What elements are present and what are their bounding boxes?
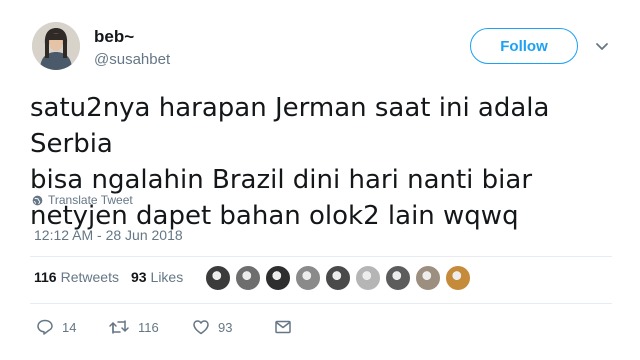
tweet-stats: 116 Retweets 93 Likes [34,269,195,285]
liker-avatar[interactable] [235,265,261,291]
tweet-text: satu2nya harapan Jerman saat ini adala S… [30,90,620,234]
retweets-stat[interactable]: 116 Retweets [34,269,119,285]
reply-icon [37,319,53,335]
retweets-label: Retweets [60,269,119,285]
translate-tweet-link[interactable]: Translate Tweet [32,193,133,207]
display-name[interactable]: beb~ [94,27,134,47]
likes-stat[interactable]: 93 Likes [131,269,183,285]
liker-avatar[interactable] [415,265,441,291]
reply-count: 14 [62,319,77,335]
divider [30,303,612,304]
globe-icon [32,195,43,205]
heart-icon [193,320,209,335]
envelope-icon [275,320,291,334]
follow-button[interactable]: Follow [470,28,578,64]
retweet-count: 116 [138,319,159,335]
likes-count: 93 [130,269,147,285]
avatar[interactable] [32,22,80,70]
like-button[interactable]: 93 [192,318,274,336]
avatar-image [32,22,80,70]
liker-avatar[interactable] [355,265,381,291]
liker-avatar[interactable] [445,265,471,291]
tweet-header: beb~ @susahbet Follow [32,22,622,78]
liker-avatar[interactable] [205,265,231,291]
liker-avatar[interactable] [265,265,291,291]
tweet-actions: 14 116 93 [36,318,292,336]
likes-label: Likes [150,269,184,285]
divider [30,256,612,257]
translate-tweet-label: Translate Tweet [48,193,133,207]
liker-avatar[interactable] [325,265,351,291]
direct-message-button[interactable] [274,318,292,336]
liker-avatar[interactable] [385,265,411,291]
liker-avatar[interactable] [295,265,321,291]
tweet-text-line: satu2nya harapan Jerman saat ini adala S… [30,93,550,159]
retweet-button[interactable]: 116 [108,318,192,336]
reply-button[interactable]: 14 [36,318,108,336]
retweets-count: 116 [34,269,57,285]
liker-avatars [205,265,475,291]
user-handle[interactable]: @susahbet [94,51,170,68]
like-count: 93 [218,319,233,335]
retweet-icon [109,320,129,334]
chevron-down-icon[interactable] [594,38,610,54]
tweet-timestamp[interactable]: 12:12 AM - 28 Jun 2018 [34,227,183,243]
